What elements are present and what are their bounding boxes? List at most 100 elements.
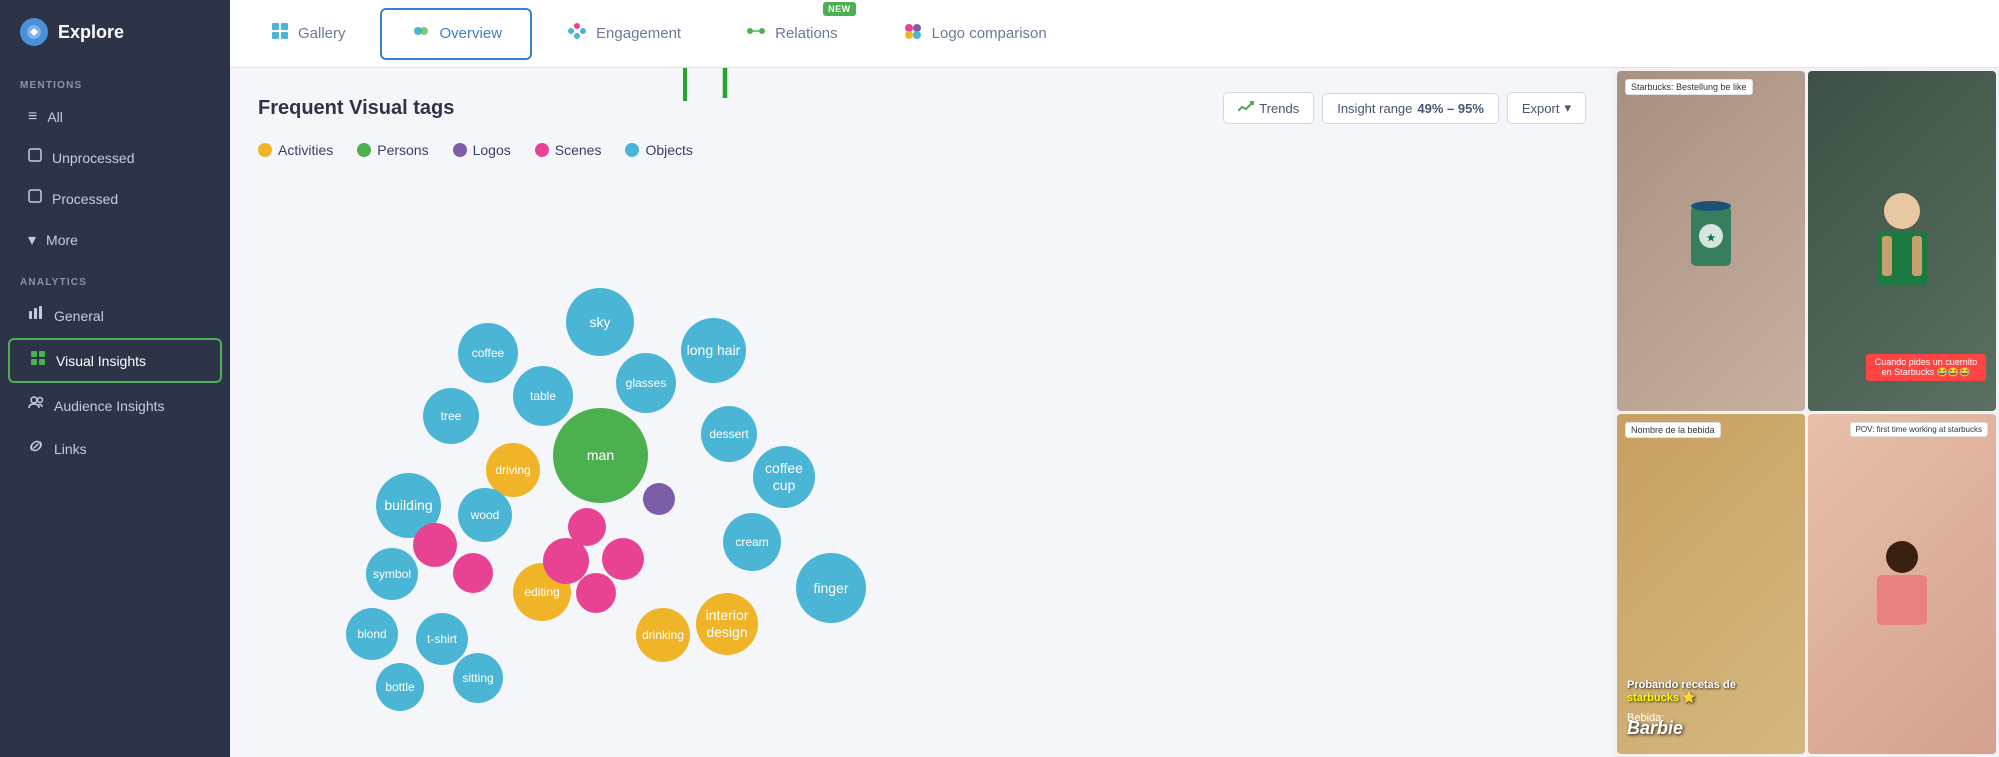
bubble-drinking[interactable]: drinking (636, 608, 690, 662)
bubble-long hair[interactable]: long hair (681, 318, 746, 383)
image-label-3: Nombre de la bebida (1625, 422, 1721, 438)
bubble-label: long hair (683, 338, 745, 363)
tab-gallery[interactable]: Gallery (240, 8, 376, 60)
sidebar-item-processed[interactable]: Processed (8, 179, 222, 218)
gallery-icon (270, 21, 290, 46)
sidebar-item-label: General (54, 308, 104, 324)
bubble-table[interactable]: table (513, 366, 573, 426)
unprocessed-icon (28, 148, 42, 167)
svg-text:★: ★ (1707, 233, 1716, 244)
bubble-finger[interactable]: finger (796, 553, 866, 623)
image-card-1[interactable]: Starbucks: Bestellung be like ★ (1617, 71, 1805, 411)
chart-icon (28, 305, 44, 326)
bubble-label: tree (437, 405, 466, 427)
bubble-label: wood (467, 504, 504, 526)
sidebar-item-more[interactable]: ▾ More (8, 220, 222, 260)
trends-label: Trends (1259, 101, 1299, 116)
logo-icon (20, 18, 48, 46)
panel-title: Frequent Visual tags (258, 97, 454, 120)
logos-dot (453, 143, 467, 157)
tab-overview[interactable]: Overview (380, 8, 533, 60)
legend-persons: Persons (357, 142, 428, 158)
bubble-unlabeled[interactable] (643, 483, 675, 515)
tab-relations-label: Relations (775, 25, 838, 42)
bubble-unlabeled[interactable] (413, 523, 457, 567)
bubble-t-shirt[interactable]: t-shirt (416, 613, 468, 665)
export-chevron: ▾ (1564, 100, 1571, 116)
chevron-down-icon: ▾ (28, 230, 36, 250)
app-logo: Explore (0, 0, 230, 64)
insight-range-value: 49% – 95% (1417, 101, 1484, 116)
image-card-2[interactable]: Cuando pides un cuernito en Starbucks 😂😂… (1808, 71, 1996, 411)
bubble-coffee[interactable]: coffee (458, 323, 518, 383)
engagement-icon (566, 20, 588, 47)
bubble-label: editing (520, 581, 563, 603)
analytics-section-label: ANALYTICS (0, 261, 230, 294)
bubble-symbol[interactable]: symbol (366, 548, 418, 600)
objects-dot (625, 143, 639, 157)
bubble-dessert[interactable]: dessert (701, 406, 757, 462)
relations-icon (745, 20, 767, 47)
insight-range-label: Insight range (1337, 101, 1412, 116)
trend-icon (1238, 100, 1254, 116)
sidebar-item-label: More (46, 232, 78, 248)
image-card-3[interactable]: Nombre de la bebida Probando recetas des… (1617, 414, 1805, 754)
sidebar-item-all[interactable]: ≡ All (8, 98, 222, 136)
overview-icon (410, 20, 432, 47)
sidebar-item-unprocessed[interactable]: Unprocessed (8, 138, 222, 177)
trends-button[interactable]: Trends (1223, 92, 1314, 124)
bubble-unlabeled[interactable] (576, 573, 616, 613)
bubble-sky[interactable]: sky (566, 288, 634, 356)
sidebar-item-label: All (47, 109, 63, 125)
bubble-label: sitting (458, 667, 497, 689)
tab-gallery-label: Gallery (298, 25, 346, 42)
logo-comparison-icon (902, 20, 924, 47)
bubble-glasses[interactable]: glasses (616, 353, 676, 413)
bubble-sitting[interactable]: sitting (453, 653, 503, 703)
bubble-unlabeled[interactable] (453, 553, 493, 593)
sidebar-item-general[interactable]: General (8, 295, 222, 336)
bubble-tree[interactable]: tree (423, 388, 479, 444)
bubble-label: finger (809, 576, 852, 601)
persons-dot (357, 143, 371, 157)
bubble-label: t-shirt (423, 628, 461, 650)
bubble-unlabeled[interactable] (543, 538, 589, 584)
bubble-cream[interactable]: cream (723, 513, 781, 571)
image-card-4[interactable]: POV: first time working at starbucks (1808, 414, 1996, 754)
legend-label: Objects (645, 142, 692, 158)
visual-panel: Frequent Visual tags Trends Insight rang… (230, 68, 1614, 757)
sidebar-item-label: Processed (52, 191, 118, 207)
bubble-blond[interactable]: blond (346, 608, 398, 660)
tab-logo-comparison[interactable]: Logo comparison (872, 8, 1077, 60)
bubble-man[interactable]: man (553, 408, 648, 503)
app-title: Explore (58, 22, 124, 43)
tab-relations[interactable]: Relations NEW (715, 8, 868, 60)
processed-icon (28, 189, 42, 208)
activities-dot (258, 143, 272, 157)
bubble-chart: manskycoffeetableglasseslong hairtreedri… (258, 178, 1586, 658)
sidebar-item-label: Audience Insights (54, 398, 165, 414)
export-label: Export (1522, 101, 1560, 116)
export-button[interactable]: Export ▾ (1507, 92, 1586, 124)
bubble-wood[interactable]: wood (458, 488, 512, 542)
legend-scenes: Scenes (535, 142, 602, 158)
insight-range-button[interactable]: Insight range 49% – 95% (1322, 93, 1499, 124)
mentions-section-label: MENTIONS (0, 64, 230, 97)
bubble-coffee cup[interactable]: coffeecup (753, 446, 815, 508)
bubble-interior design[interactable]: interiordesign (696, 593, 758, 655)
bubble-label: coffeecup (761, 456, 807, 498)
sidebar-item-visual-insights[interactable]: Visual Insights (8, 338, 222, 383)
bubble-label: interiordesign (702, 603, 753, 645)
tab-overview-label: Overview (440, 25, 503, 42)
bubble-label: table (526, 385, 560, 407)
bubble-bottle[interactable]: bottle (376, 663, 424, 711)
sidebar-item-links[interactable]: Links (8, 428, 222, 469)
bubble-unlabeled[interactable] (602, 538, 644, 580)
sidebar-item-audience-insights[interactable]: Audience Insights (8, 385, 222, 426)
bubble-label: symbol (369, 563, 415, 585)
bubble-label: sky (586, 310, 615, 335)
content-area: Frequent Visual tags Trends Insight rang… (230, 68, 1999, 757)
tab-engagement[interactable]: Engagement (536, 8, 711, 60)
panel-header: Frequent Visual tags Trends Insight rang… (258, 92, 1586, 124)
sidebar-item-label: Unprocessed (52, 150, 135, 166)
